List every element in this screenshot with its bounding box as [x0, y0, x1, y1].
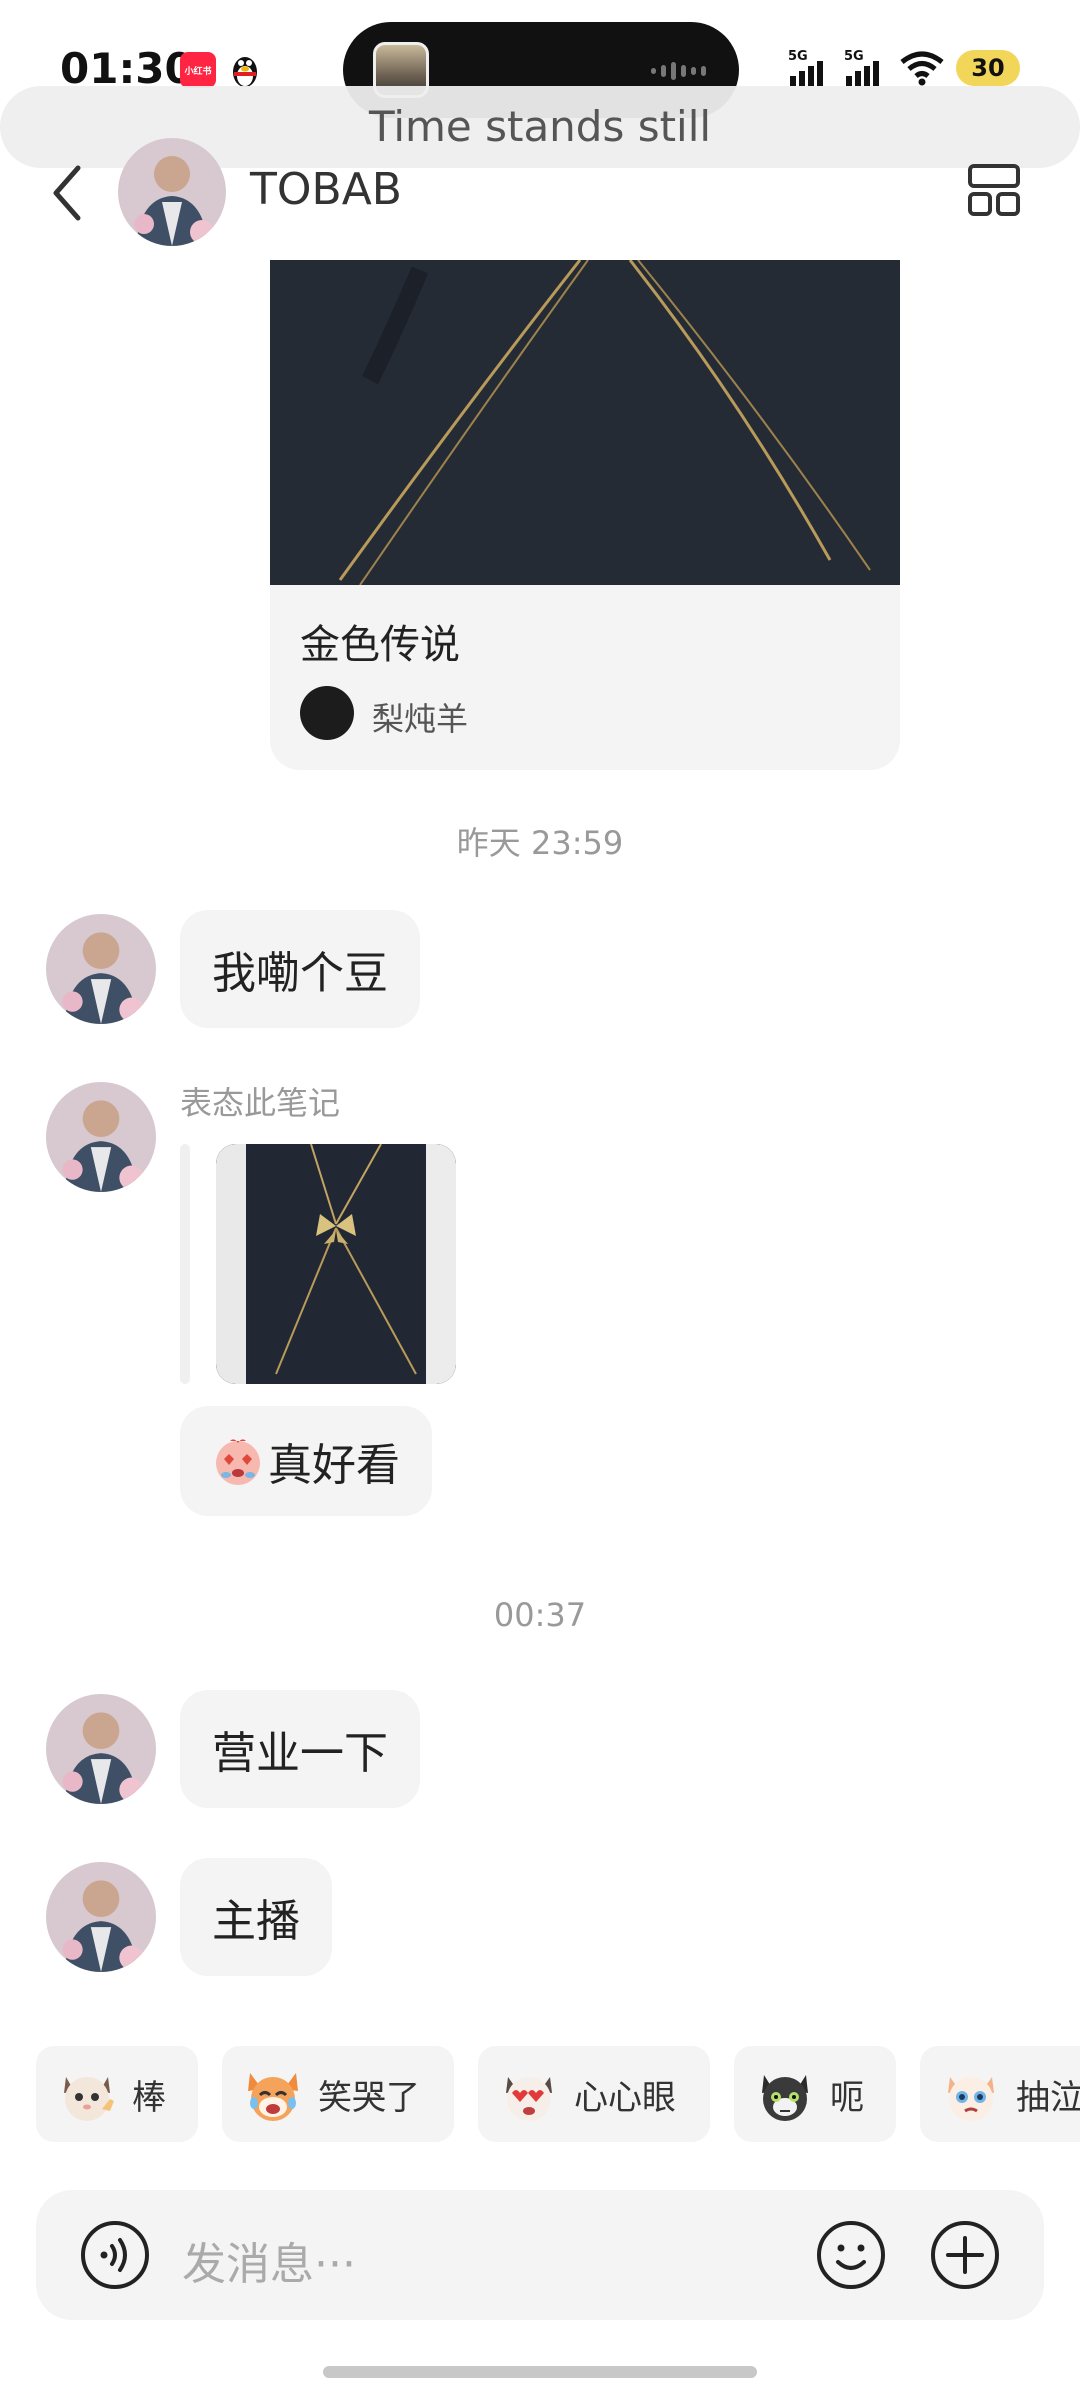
battery-indicator: 30 [956, 50, 1020, 86]
fox-laugh-cry-icon [248, 2073, 298, 2121]
sticker-chip[interactable]: 心心眼 [478, 2046, 710, 2142]
wifi-icon [900, 51, 944, 86]
cat-heart-eyes-icon [506, 2077, 552, 2121]
sender-avatar[interactable] [46, 1694, 156, 1804]
quick-sticker-bar[interactable]: 棒 笑哭了 心心眼 呃 抽泣 [36, 2046, 1080, 2142]
message-input-bar: 发消息··· [36, 2190, 1044, 2320]
shared-note-card[interactable]: 金色传说 梨炖羊 [270, 260, 900, 770]
audio-wave-icon [651, 62, 711, 80]
message-bubble[interactable]: 真好看 [180, 1406, 432, 1516]
qq-penguin-icon [233, 57, 257, 87]
svg-text:5G: 5G [788, 49, 808, 64]
cellular-signal-2-icon: 5G [844, 49, 879, 86]
heart-eyes-emoji-icon [216, 1439, 260, 1485]
timestamp: 昨天 23:59 [456, 824, 624, 862]
cat-thumbs-icon [64, 2077, 114, 2121]
black-cat-icon [762, 2075, 808, 2121]
message-text: 真好看 [268, 1440, 400, 1491]
sticker-label: 心心眼 [574, 2077, 676, 2118]
grid-layout-icon[interactable] [966, 162, 1022, 218]
message-bubble[interactable]: 我嘞个豆 [180, 910, 420, 1028]
contact-name[interactable]: TOBAB [250, 164, 402, 215]
svg-text:5G: 5G [844, 49, 864, 64]
sticker-label: 笑哭了 [318, 2077, 420, 2118]
message-bubble[interactable]: 营业一下 [180, 1690, 420, 1808]
cat-sob-icon [948, 2077, 994, 2121]
note-title: 金色传说 [300, 622, 460, 668]
sticker-chip[interactable]: 抽泣 [920, 2046, 1080, 2142]
cellular-signal-1-icon: 5G [788, 49, 823, 86]
note-cover-image [270, 260, 900, 586]
sticker-chip[interactable]: 呃 [734, 2046, 896, 2142]
emoji-icon[interactable] [816, 2220, 886, 2290]
contact-avatar[interactable] [118, 138, 226, 246]
plus-icon[interactable] [930, 2220, 1000, 2290]
sticker-label: 抽泣 [1016, 2077, 1080, 2118]
note-author: 梨炖羊 [372, 700, 469, 738]
sender-avatar[interactable] [46, 1082, 156, 1192]
author-avatar [300, 686, 354, 740]
message-input[interactable]: 发消息··· [182, 2228, 356, 2292]
xiaohongshu-app-icon: 小红书 [180, 52, 216, 88]
home-indicator[interactable] [323, 2366, 757, 2378]
sticker-chip[interactable]: 笑哭了 [222, 2046, 454, 2142]
quoted-note-image[interactable] [216, 1144, 456, 1384]
sender-avatar[interactable] [46, 1862, 156, 1972]
sticker-label: 呃 [830, 2077, 864, 2118]
sticker-label: 棒 [132, 2077, 166, 2118]
timestamp: 00:37 [493, 1596, 587, 1634]
back-icon[interactable] [48, 160, 88, 226]
quote-bar [180, 1144, 190, 1384]
reaction-label: 表态此笔记 [180, 1084, 341, 1122]
message-bubble[interactable]: 主播 [180, 1858, 332, 1976]
sender-avatar[interactable] [46, 914, 156, 1024]
voice-input-icon[interactable] [80, 2220, 150, 2290]
sticker-chip[interactable]: 棒 [36, 2046, 198, 2142]
status-indicators: 5G 5G 30 [788, 48, 1020, 88]
